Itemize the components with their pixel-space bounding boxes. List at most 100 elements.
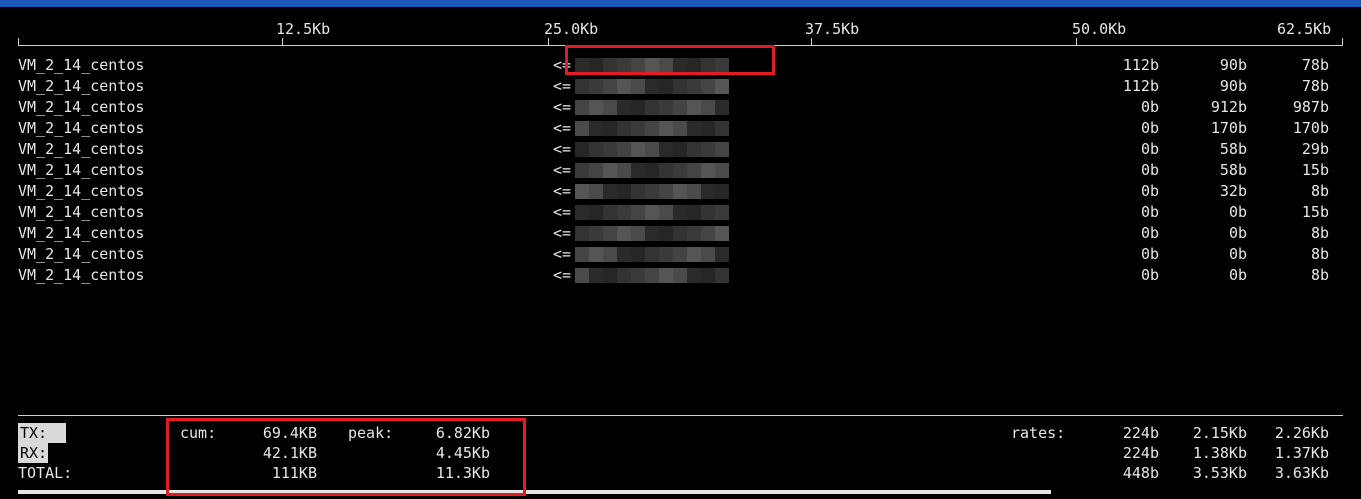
rate-10s: 0b	[1228, 245, 1247, 263]
redaction-block	[617, 121, 631, 136]
redacted-ip-address	[575, 247, 730, 262]
redaction-block	[701, 142, 715, 157]
rate-2s: 0b	[1140, 98, 1159, 116]
redacted-ip-address	[575, 163, 730, 178]
redaction-block	[715, 268, 729, 283]
connection-row[interactable]: VM_2_14_centos <= 0b 170b 170b	[0, 118, 1361, 139]
redaction-block	[575, 205, 589, 220]
scale-label-4: 50.0Kb	[1072, 20, 1127, 38]
redaction-block	[673, 121, 687, 136]
connection-row[interactable]: VM_2_14_centos <= 112b 90b 78b	[0, 76, 1361, 97]
redaction-block	[575, 247, 589, 262]
redaction-block	[715, 100, 729, 115]
rate-10s: 0b	[1228, 224, 1247, 242]
scale-tick	[1076, 38, 1077, 46]
source-host: VM_2_14_centos	[18, 182, 145, 200]
redaction-block	[575, 100, 589, 115]
redaction-block	[687, 121, 701, 136]
rate-10s: 0b	[1228, 203, 1247, 221]
redaction-block	[617, 142, 631, 157]
redaction-block	[575, 163, 589, 178]
redaction-block	[631, 79, 645, 94]
connection-row[interactable]: VM_2_14_centos <= 0b 0b 8b	[0, 265, 1361, 286]
redaction-block	[645, 247, 659, 262]
annotation-box-ip	[565, 45, 775, 75]
redaction-block	[645, 100, 659, 115]
scale-label-1: 12.5Kb	[276, 20, 331, 38]
redaction-block	[715, 184, 729, 199]
connection-row[interactable]: VM_2_14_centos <= 0b 0b 8b	[0, 244, 1361, 265]
redaction-block	[603, 121, 617, 136]
redaction-block	[673, 163, 687, 178]
redaction-block	[603, 100, 617, 115]
redaction-block	[701, 205, 715, 220]
redaction-block	[673, 247, 687, 262]
total-rate-2s: 448b	[1122, 464, 1159, 482]
source-host: VM_2_14_centos	[18, 266, 145, 284]
rate-40s: 987b	[1292, 98, 1329, 116]
rx-rate-10s: 1.38Kb	[1192, 444, 1247, 462]
redaction-block	[687, 226, 701, 241]
rate-40s: 8b	[1310, 266, 1329, 284]
rate-2s: 0b	[1140, 203, 1159, 221]
redaction-block	[631, 268, 645, 283]
redacted-ip-address	[575, 184, 730, 199]
redaction-block	[715, 226, 729, 241]
redaction-block	[659, 205, 673, 220]
redaction-block	[687, 247, 701, 262]
redaction-block	[673, 226, 687, 241]
redaction-block	[617, 184, 631, 199]
direction-arrow: <=	[553, 266, 572, 284]
rate-40s: 78b	[1301, 56, 1329, 74]
direction-arrow: <=	[553, 224, 572, 242]
redaction-block	[645, 184, 659, 199]
rate-10s: 170b	[1210, 119, 1247, 137]
redaction-block	[617, 268, 631, 283]
scale-tick	[548, 38, 549, 46]
redaction-block	[575, 79, 589, 94]
source-host: VM_2_14_centos	[18, 203, 145, 221]
connection-row[interactable]: VM_2_14_centos <= 0b 912b 987b	[0, 97, 1361, 118]
redaction-block	[603, 205, 617, 220]
redaction-block	[659, 226, 673, 241]
connection-row[interactable]: VM_2_14_centos <= 0b 58b 29b	[0, 139, 1361, 160]
direction-arrow: <=	[553, 203, 572, 221]
redaction-block	[659, 268, 673, 283]
redaction-block	[701, 184, 715, 199]
rate-2s: 0b	[1140, 224, 1159, 242]
redaction-block	[589, 79, 603, 94]
redacted-ip-address	[575, 121, 730, 136]
redaction-block	[589, 268, 603, 283]
redaction-block	[659, 121, 673, 136]
tx-rate-10s: 2.15Kb	[1192, 424, 1247, 442]
rate-40s: 170b	[1292, 119, 1329, 137]
redaction-block	[701, 79, 715, 94]
rate-10s: 32b	[1219, 182, 1247, 200]
source-host: VM_2_14_centos	[18, 77, 145, 95]
direction-arrow: <=	[553, 182, 572, 200]
bandwidth-scale: 12.5Kb 25.0Kb 37.5Kb 50.0Kb 62.5Kb	[0, 7, 1361, 47]
redaction-block	[645, 79, 659, 94]
connection-row[interactable]: VM_2_14_centos <= 0b 0b 8b	[0, 223, 1361, 244]
rate-10s: 90b	[1219, 56, 1247, 74]
redaction-block	[617, 247, 631, 262]
connection-row[interactable]: VM_2_14_centos <= 0b 0b 15b	[0, 202, 1361, 223]
redaction-block	[603, 226, 617, 241]
rate-2s: 0b	[1140, 119, 1159, 137]
redaction-block	[687, 163, 701, 178]
direction-arrow: <=	[553, 245, 572, 263]
redaction-block	[659, 184, 673, 199]
source-host: VM_2_14_centos	[18, 140, 145, 158]
scale-label-2: 25.0Kb	[544, 20, 599, 38]
redaction-block	[589, 184, 603, 199]
rate-40s: 15b	[1301, 203, 1329, 221]
rate-2s: 112b	[1122, 56, 1159, 74]
direction-arrow: <=	[553, 140, 572, 158]
redaction-block	[603, 184, 617, 199]
redacted-ip-address	[575, 142, 730, 157]
connection-row[interactable]: VM_2_14_centos <= 0b 32b 8b	[0, 181, 1361, 202]
redaction-block	[715, 79, 729, 94]
connection-row[interactable]: VM_2_14_centos <= 0b 58b 15b	[0, 160, 1361, 181]
redaction-block	[589, 247, 603, 262]
redaction-block	[687, 100, 701, 115]
